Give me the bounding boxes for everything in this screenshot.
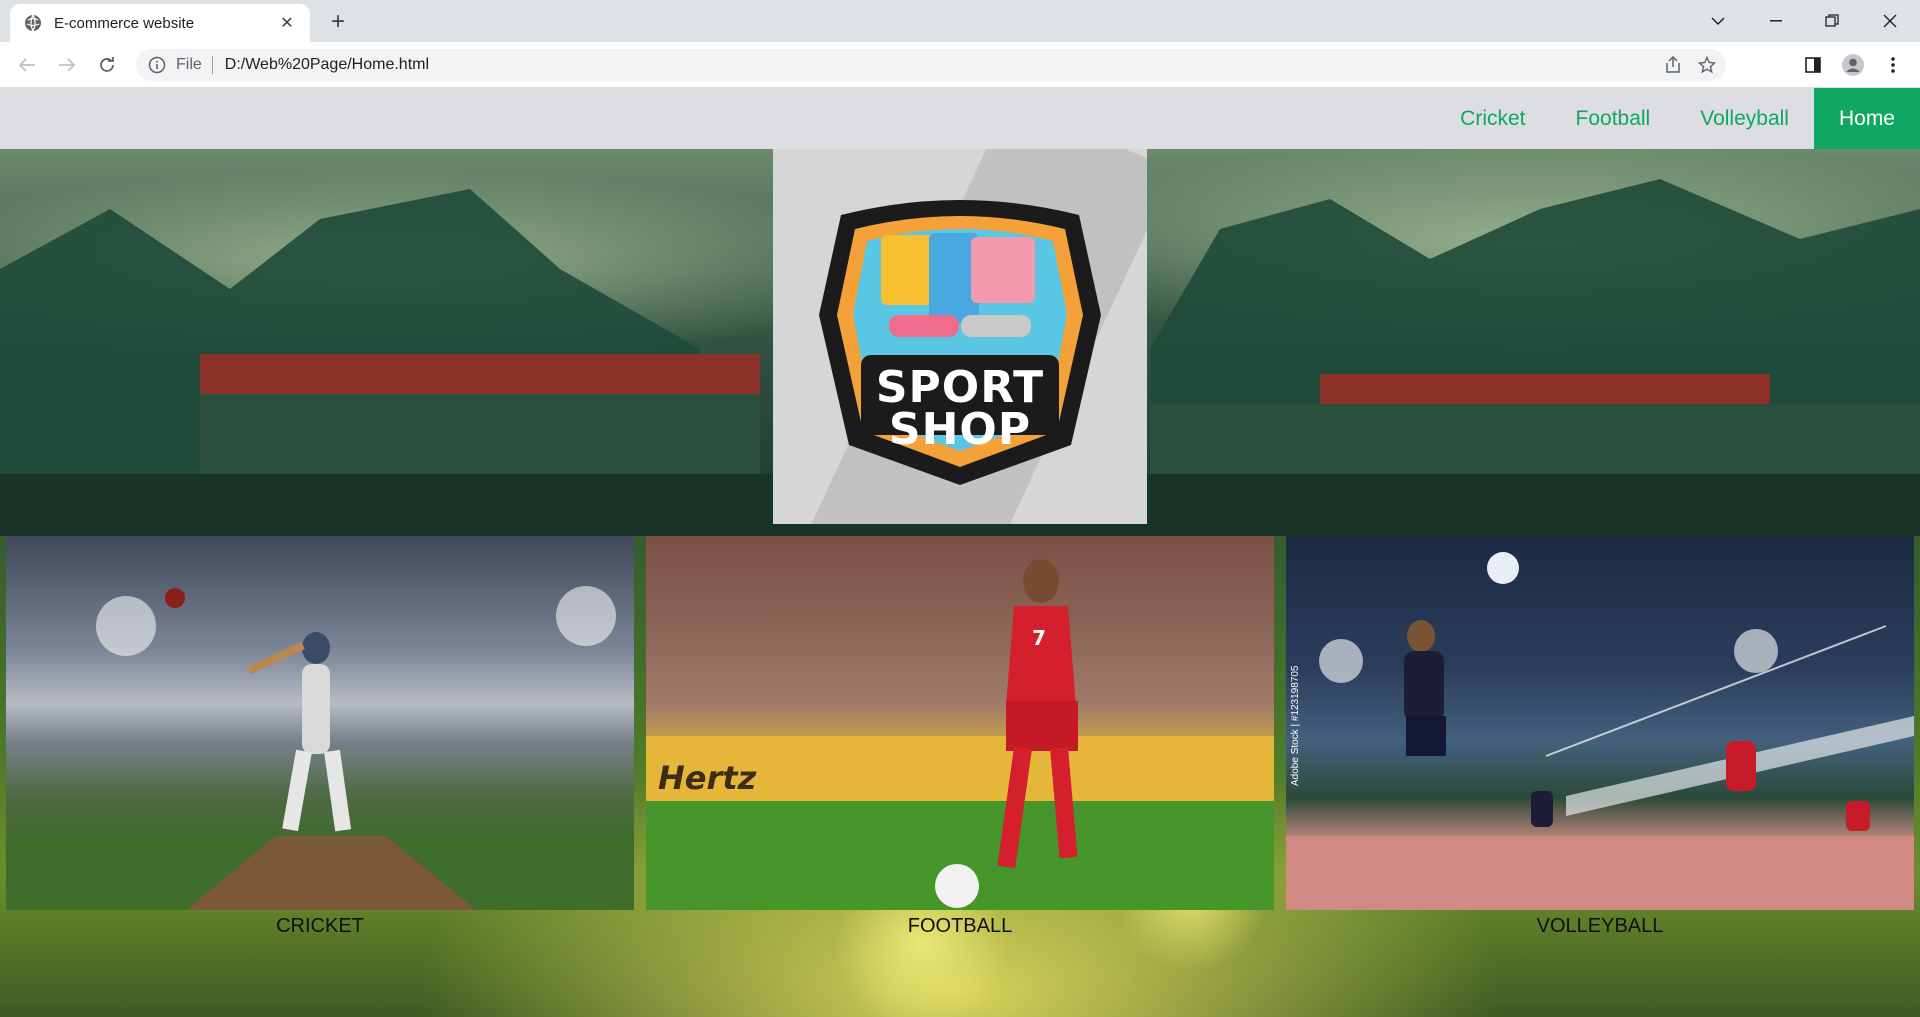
volleyball-caption: VOLLEYBALL (1536, 915, 1664, 937)
address-url[interactable]: D:/Web%20Page/Home.html (225, 56, 1658, 74)
sport-shop-logo-card: SPORT SHOP (773, 149, 1147, 524)
nav-link-home[interactable]: Home (1813, 88, 1920, 149)
close-window-icon[interactable] (1862, 0, 1918, 42)
share-icon[interactable] (1658, 50, 1688, 80)
side-panel-icon[interactable] (1798, 50, 1828, 80)
new-tab-button[interactable]: + (324, 8, 352, 36)
jersey-number: 7 (1032, 626, 1046, 650)
address-scheme: File (176, 56, 202, 73)
logo-text-shop: SHOP (888, 404, 1032, 455)
minimize-icon[interactable] (1748, 0, 1804, 42)
profile-avatar-icon[interactable] (1838, 50, 1868, 80)
football-illustration (646, 559, 1274, 910)
football-caption: FOOTBALL (907, 915, 1013, 937)
cricket-caption: CRICKET (276, 915, 364, 937)
address-bar[interactable]: File D:/Web%20Page/Home.html (136, 49, 1726, 81)
menu-kebab-icon[interactable] (1878, 50, 1908, 80)
category-card-volleyball[interactable]: Adobe Stock | #123198705 VOLLEYBALL (1286, 536, 1914, 938)
address-separator (211, 56, 213, 74)
stock-watermark: Adobe Stock | #123198705 (1290, 665, 1301, 786)
nav-link-cricket[interactable]: Cricket (1435, 88, 1550, 149)
category-card-football[interactable]: Hertz 7 FOOTBALL (646, 536, 1274, 938)
category-card-cricket[interactable]: CRICKET (6, 536, 634, 938)
tab-title: E-commerce website (54, 14, 195, 32)
tab-search-icon[interactable] (1690, 0, 1746, 42)
info-icon[interactable] (148, 56, 166, 74)
reload-icon[interactable] (92, 50, 122, 80)
hertz-banner-text: Hertz (658, 759, 757, 797)
cricket-photo[interactable] (6, 536, 634, 910)
back-icon[interactable] (12, 50, 42, 80)
tab-strip: E-commerce website ✕ + (0, 0, 1920, 42)
restore-icon[interactable] (1804, 0, 1860, 42)
volleyball-illustration (1286, 552, 1914, 910)
volleyball-photo[interactable]: Adobe Stock | #123198705 (1286, 536, 1914, 910)
close-tab-icon[interactable]: ✕ (276, 12, 298, 34)
web-page: Cricket Football Volleyball Home SPORT S… (0, 88, 1920, 1017)
nav-link-football[interactable]: Football (1551, 88, 1676, 149)
globe-icon (25, 14, 41, 32)
nav-links: Cricket Football Volleyball Home (1435, 88, 1920, 149)
football-photo[interactable]: Hertz 7 (646, 536, 1274, 910)
nav-link-volleyball[interactable]: Volleyball (1675, 88, 1814, 149)
cricket-illustration (6, 586, 634, 910)
forward-icon[interactable] (52, 50, 82, 80)
site-navbar: Cricket Football Volleyball Home (0, 88, 1920, 149)
browser-tab[interactable]: E-commerce website ✕ (10, 4, 310, 42)
browser-toolbar: File D:/Web%20Page/Home.html (0, 42, 1920, 88)
bookmark-star-icon[interactable] (1692, 50, 1722, 80)
logo-text-sport: SPORT (875, 362, 1045, 413)
